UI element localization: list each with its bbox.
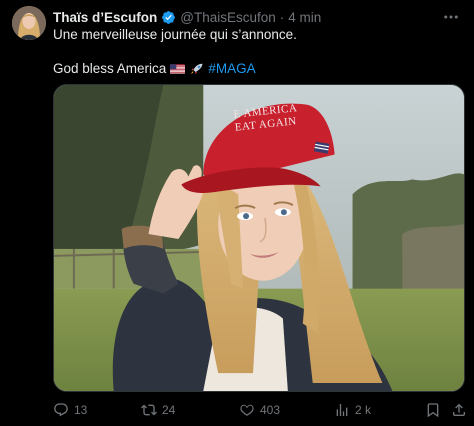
tweet-text-line1: Une merveilleuse journée qui s’annonce.	[53, 27, 297, 42]
reply-count: 13	[74, 403, 88, 417]
rocket-icon	[189, 63, 204, 75]
tweet-text-line2-text: God bless America	[53, 61, 167, 76]
tweet-header: Thaïs d’Escufon @ThaisEscufon · 4 min	[53, 8, 434, 26]
tweet-text: Une merveilleuse journée qui s’annonce. …	[53, 26, 460, 78]
verified-badge-icon	[161, 10, 176, 25]
avatar[interactable]	[12, 6, 46, 40]
tweet-text-line2: God bless America #MAGA	[53, 60, 460, 78]
timestamp[interactable]: 4 min	[288, 10, 321, 25]
like-button[interactable]: 403	[239, 402, 280, 418]
share-icon	[451, 402, 467, 418]
bookmark-icon	[425, 402, 441, 418]
tweet-photo[interactable]: E AMERICA EAT AGAIN	[53, 84, 465, 392]
retweet-count: 24	[162, 403, 176, 417]
action-bar: 13 24 403 2 k	[53, 400, 466, 420]
heart-icon	[239, 402, 255, 418]
reply-icon	[53, 402, 69, 418]
us-flag-icon	[170, 63, 186, 75]
views-count: 2 k	[355, 403, 372, 417]
like-count: 403	[260, 403, 281, 417]
tweet: Thaïs d’Escufon @ThaisEscufon · 4 min Un…	[0, 0, 474, 426]
retweet-button[interactable]: 24	[141, 402, 175, 418]
reply-button[interactable]: 13	[53, 402, 87, 418]
retweet-icon	[141, 402, 157, 418]
share-button[interactable]	[451, 402, 467, 418]
bookmark-button[interactable]	[425, 402, 441, 418]
user-handle[interactable]: @ThaisEscufon	[180, 10, 276, 25]
more-options-icon[interactable]	[442, 8, 460, 26]
separator-dot: ·	[279, 9, 285, 25]
hashtag-link[interactable]: #MAGA	[208, 60, 255, 78]
views-button[interactable]: 2 k	[334, 402, 371, 418]
views-chart-icon	[334, 402, 350, 418]
display-name[interactable]: Thaïs d’Escufon	[53, 10, 157, 25]
